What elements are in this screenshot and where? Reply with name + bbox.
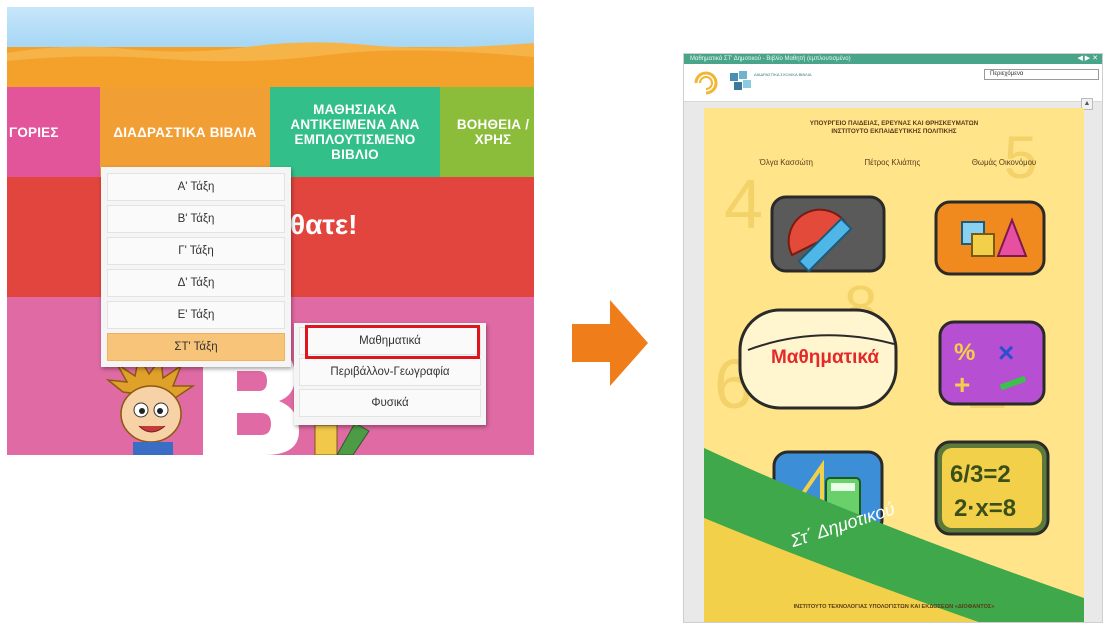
authors-list: Όλγα Κασσώτη Πέτρος Κλιάπης Θωμάς Οικονό…	[704, 158, 1084, 167]
author-1: Όλγα Κασσώτη	[759, 158, 813, 167]
grade-band	[704, 448, 1084, 622]
subject-item-physics[interactable]: Φυσικά	[299, 389, 481, 417]
subject-item-environment-geography[interactable]: Περιβάλλον-Γεωγραφία	[299, 358, 481, 386]
geometry-tools-tile	[770, 195, 886, 273]
cover-publisher: ΙΝΣΤΙΤΟΥΤΟ ΤΕΧΝΟΛΟΓΙΑΣ ΥΠΟΛΟΓΙΣΤΩΝ ΚΑΙ Ε…	[793, 604, 995, 610]
welcome-banner-text: θατε!	[290, 209, 358, 240]
author-3: Θωμάς Οικονόμου	[971, 158, 1037, 167]
window-title: Μαθηματικά ΣΤ' Δημοτικού - Βιβλίο Μαθητή…	[690, 56, 851, 62]
author-2: Πέτρος Κλιάπης	[864, 158, 921, 167]
contents-search-field[interactable]: Περιεχόμενα	[984, 69, 1099, 80]
shapes-tile	[934, 200, 1046, 276]
grade-item-e[interactable]: Ε' Τάξη	[107, 301, 285, 329]
grade-item-d[interactable]: Δ' Τάξη	[107, 269, 285, 297]
operations-tile: % × +	[938, 320, 1046, 406]
nav-help[interactable]: ΒΟΗΘΕΙΑ / ΧΡΗΣ	[440, 87, 534, 177]
grade-dropdown-menu: Α' Τάξη Β' Τάξη Γ' Τάξη Δ' Τάξη Ε' Τάξη …	[101, 167, 291, 367]
left-screenshot: ΓΟΡΙΕΣ ΔΙΑΔΡΑΣΤΙΚΑ ΒΙΒΛΙΑ ΜΑΘΗΣΙΑΚΑ ΑΝΤΙ…	[7, 7, 534, 455]
nav-categories[interactable]: ΓΟΡΙΕΣ	[7, 87, 100, 177]
svg-text:+: +	[954, 369, 970, 400]
nav-learning-objects[interactable]: ΜΑΘΗΣΙΑΚΑ ΑΝΤΙΚΕΙΜΕΝΑ ΑΝΑ ΕΜΠΛΟΥΤΙΣΜΕΝΟ …	[270, 87, 440, 177]
book-cover: 4 5 1 6 8 5 ΥΠΟΥΡΓΕΙΟ ΠΑΙΔΕΙΑΣ, ΕΡΕΥΝΑΣ …	[704, 108, 1084, 622]
right-screenshot: Μαθηματικά ΣΤ' Δημοτικού - Βιβλίο Μαθητή…	[683, 53, 1103, 623]
grade-item-b[interactable]: Β' Τάξη	[107, 205, 285, 233]
cover-subject-title: Μαθηματικά	[770, 347, 880, 368]
main-navigation: ΓΟΡΙΕΣ ΔΙΑΔΡΑΣΤΙΚΑ ΒΙΒΛΙΑ ΜΑΘΗΣΙΑΚΑ ΑΝΤΙ…	[7, 87, 534, 177]
window-titlebar: Μαθηματικά ΣΤ' Δημοτικού - Βιβλίο Μαθητή…	[684, 54, 1102, 64]
grade-item-a[interactable]: Α' Τάξη	[107, 173, 285, 201]
svg-text:×: ×	[998, 337, 1014, 368]
desert-edge	[7, 42, 534, 67]
window-controls[interactable]: ◀ ▶ ✕	[1077, 54, 1098, 64]
grade-item-st-active[interactable]: ΣΤ' Τάξη	[107, 333, 285, 361]
svg-text:%: %	[954, 339, 975, 366]
ministry-logo-icon	[694, 71, 718, 95]
svg-text:4: 4	[724, 165, 763, 243]
ministry-line-1: ΥΠΟΥΡΓΕΙΟ ΠΑΙΔΕΙΑΣ, ΕΡΕΥΝΑΣ ΚΑΙ ΘΡΗΣΚΕΥΜ…	[809, 120, 979, 127]
grade-item-c[interactable]: Γ' Τάξη	[107, 237, 285, 265]
cartoon-kid-image	[105, 353, 196, 455]
ministry-heading: ΥΠΟΥΡΓΕΙΟ ΠΑΙΔΕΙΑΣ, ΕΡΕΥΝΑΣ ΚΑΙ ΘΡΗΣΚΕΥΜ…	[704, 120, 1084, 136]
arrow-right-icon	[572, 300, 648, 386]
publisher-logo-text: ΔΙΑΔΡΑΣΤΙΚΑ ΣΧΟΛΙΚΑ ΒΙΒΛΙΑ	[754, 72, 812, 77]
nav-interactive-books[interactable]: ΔΙΑΔΡΑΣΤΙΚΑ ΒΙΒΛΙΑ	[100, 87, 270, 177]
highlight-box	[305, 325, 480, 359]
ministry-line-2: ΙΝΣΤΙΤΟΥΤΟ ΕΚΠΑΙΔΕΥΤΙΚΗΣ ΠΟΛΙΤΙΚΗΣ	[831, 128, 957, 135]
reader-header: ΔΙΑΔΡΑΣΤΙΚΑ ΣΧΟΛΙΚΑ ΒΙΒΛΙΑ Περιεχόμενα	[684, 64, 1102, 102]
